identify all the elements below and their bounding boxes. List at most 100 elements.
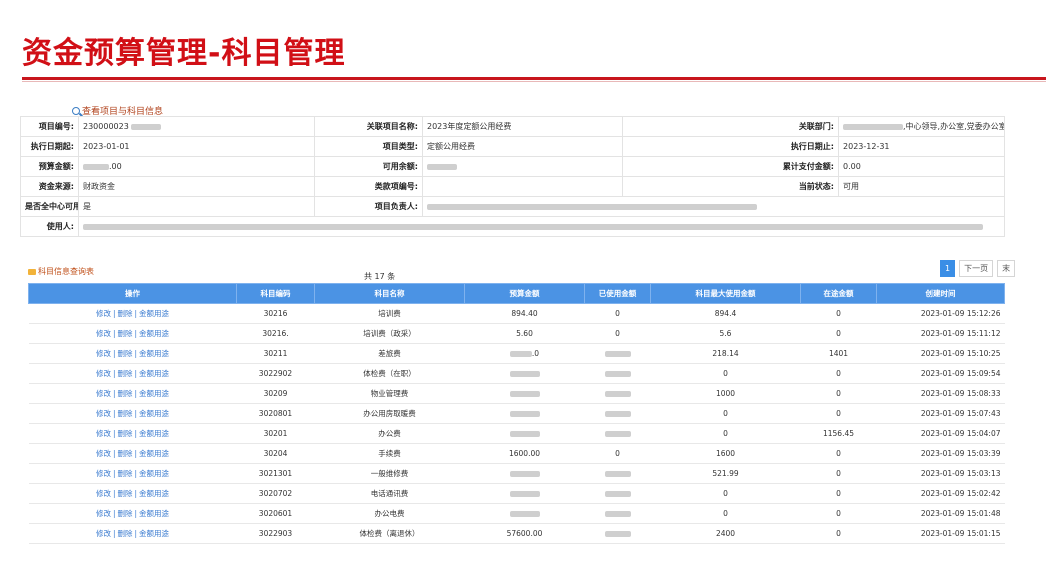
used-value: 0	[615, 309, 620, 318]
created-cell: 2023-01-09 15:07:43	[876, 403, 1005, 424]
redacted-block	[604, 351, 631, 357]
budget-cell: 57600.00	[464, 523, 585, 544]
used-cell	[584, 363, 651, 384]
subject-table-link[interactable]: 科目信息查询表	[28, 266, 94, 277]
col-header-transit[interactable]: 在途金额	[800, 283, 877, 304]
edit-link[interactable]: 修改	[96, 389, 111, 398]
redacted-block	[509, 371, 540, 377]
edit-link[interactable]: 修改	[96, 349, 111, 358]
max-cell: 0	[650, 363, 801, 384]
col-header-code[interactable]: 科目编码	[236, 283, 315, 304]
redacted-block	[509, 511, 540, 517]
used-cell: 0	[584, 443, 651, 464]
budget-cell	[464, 463, 585, 484]
redacted-block	[427, 203, 757, 210]
col-header-operation: 操作	[28, 283, 237, 304]
col-header-created[interactable]: 创建时间	[876, 283, 1005, 304]
page-title: 资金预算管理-科目管理	[22, 36, 346, 71]
usage-link[interactable]: 金额用途	[139, 469, 169, 478]
usage-link[interactable]: 金额用途	[139, 309, 169, 318]
project-type-value: 定额公用经费	[422, 136, 623, 157]
center-label: 是否全中心可用:	[20, 196, 79, 217]
transit-cell: 0	[800, 483, 877, 504]
delete-link[interactable]: 删除	[118, 489, 133, 498]
edit-link[interactable]: 修改	[96, 329, 111, 338]
edit-link[interactable]: 修改	[96, 369, 111, 378]
col-header-budget[interactable]: 预算金额	[464, 283, 585, 304]
usage-link[interactable]: 金额用途	[139, 389, 169, 398]
max-cell: 2400	[650, 523, 801, 544]
usage-link[interactable]: 金额用途	[139, 449, 169, 458]
project-no-label: 项目编号:	[20, 116, 79, 137]
used-cell	[584, 383, 651, 404]
delete-link[interactable]: 删除	[118, 389, 133, 398]
delete-link[interactable]: 删除	[118, 529, 133, 538]
separator: |	[112, 309, 116, 318]
usage-link[interactable]: 金额用途	[139, 489, 169, 498]
col-header-used[interactable]: 已使用金额	[584, 283, 651, 304]
transit-cell: 1401	[800, 343, 877, 364]
usage-link[interactable]: 金额用途	[139, 349, 169, 358]
cum-pay-value: 0.00	[838, 156, 1006, 177]
delete-link[interactable]: 删除	[118, 329, 133, 338]
edit-link[interactable]: 修改	[96, 449, 111, 458]
created-cell: 2023-01-09 15:12:26	[876, 303, 1005, 324]
start-date-label: 执行日期起:	[20, 136, 79, 157]
edit-link[interactable]: 修改	[96, 509, 111, 518]
project-type-label: 项目类型:	[314, 136, 423, 157]
code-cell: 3020702	[236, 483, 315, 504]
edit-link[interactable]: 修改	[96, 469, 111, 478]
project-no-value: 230000023	[83, 122, 129, 131]
delete-link[interactable]: 删除	[118, 509, 133, 518]
delete-link[interactable]: 删除	[118, 309, 133, 318]
budget-cell	[464, 503, 585, 524]
separator: |	[112, 489, 116, 498]
center-value: 是	[78, 196, 315, 217]
separator: |	[112, 469, 116, 478]
redacted-block	[509, 431, 540, 437]
title-divider-thin	[22, 81, 1046, 82]
start-date-value: 2023-01-01	[78, 136, 315, 157]
last-page-button[interactable]: 末	[997, 260, 1016, 277]
delete-link[interactable]: 删除	[118, 469, 133, 478]
edit-link[interactable]: 修改	[96, 489, 111, 498]
max-cell: 5.6	[650, 323, 801, 344]
budget-label: 预算金额:	[20, 156, 79, 177]
usage-link[interactable]: 金额用途	[139, 329, 169, 338]
next-page-button[interactable]: 下一页	[959, 260, 994, 277]
budget-cell	[464, 383, 585, 404]
separator: |	[134, 349, 138, 358]
delete-link[interactable]: 删除	[118, 429, 133, 438]
name-cell: 体检费（在职）	[314, 363, 465, 384]
usage-link[interactable]: 金额用途	[139, 529, 169, 538]
name-cell: 办公用房取暖费	[314, 403, 465, 424]
edit-link[interactable]: 修改	[96, 429, 111, 438]
usage-link[interactable]: 金额用途	[139, 369, 169, 378]
usage-link[interactable]: 金额用途	[139, 509, 169, 518]
edit-link[interactable]: 修改	[96, 529, 111, 538]
delete-link[interactable]: 删除	[118, 449, 133, 458]
created-cell: 2023-01-09 15:01:48	[876, 503, 1005, 524]
usage-link[interactable]: 金额用途	[139, 429, 169, 438]
delete-link[interactable]: 删除	[118, 349, 133, 358]
project-no-cell: 230000023	[78, 116, 315, 137]
separator: |	[134, 449, 138, 458]
edit-link[interactable]: 修改	[96, 409, 111, 418]
separator: |	[112, 429, 116, 438]
used-cell	[584, 483, 651, 504]
col-header-name[interactable]: 科目名称	[314, 283, 465, 304]
redacted-block	[509, 391, 540, 397]
created-cell: 2023-01-09 15:04:07	[876, 423, 1005, 444]
page-1-button[interactable]: 1	[940, 260, 956, 277]
redacted-block	[604, 431, 631, 437]
delete-link[interactable]: 删除	[118, 409, 133, 418]
edit-link[interactable]: 修改	[96, 309, 111, 318]
operation-cell: 修改 | 删除 | 金额用途	[28, 303, 237, 324]
used-cell	[584, 423, 651, 444]
col-header-max[interactable]: 科目最大使用金额	[650, 283, 801, 304]
usage-link[interactable]: 金额用途	[139, 409, 169, 418]
separator: |	[134, 389, 138, 398]
created-cell: 2023-01-09 15:08:33	[876, 383, 1005, 404]
created-cell: 2023-01-09 15:03:13	[876, 463, 1005, 484]
delete-link[interactable]: 删除	[118, 369, 133, 378]
